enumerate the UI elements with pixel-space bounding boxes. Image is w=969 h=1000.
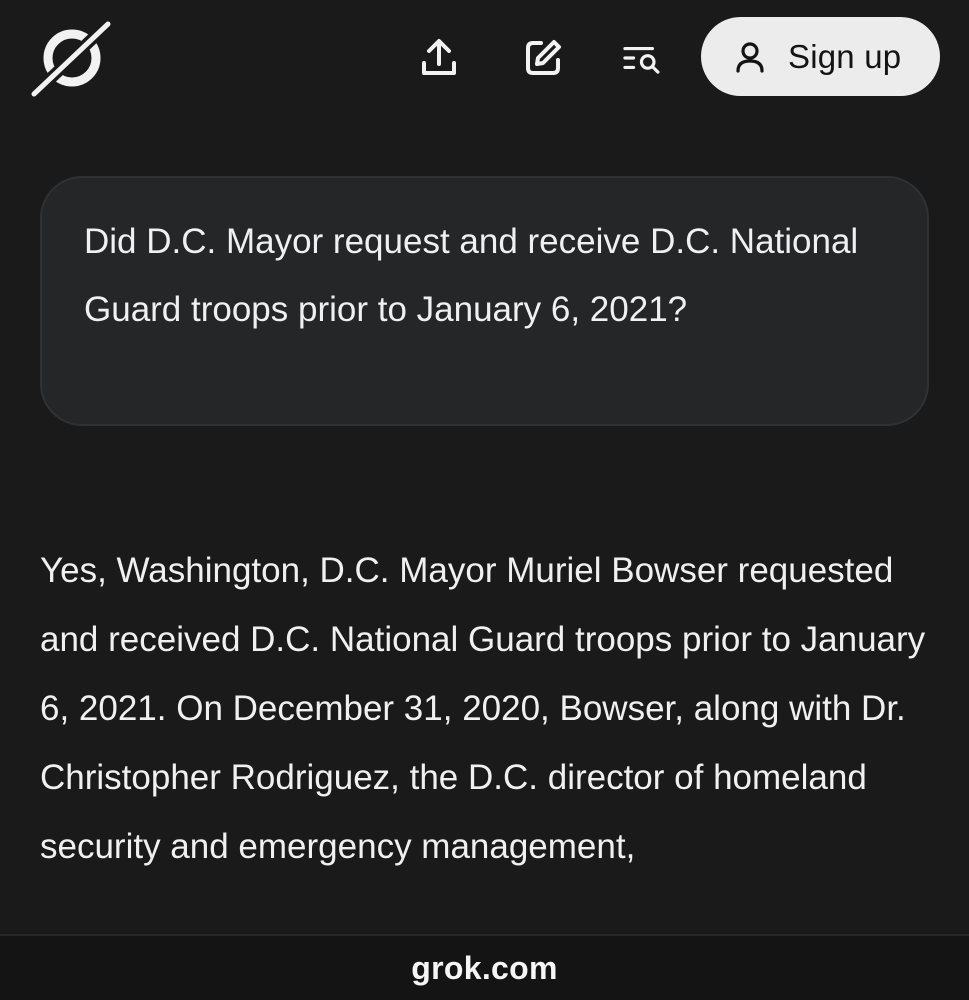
grok-logo-icon — [27, 17, 115, 101]
browser-url-bar[interactable]: grok.com — [0, 934, 969, 1000]
page: Sign up Did D.C. Mayor request and recei… — [0, 0, 969, 1000]
sign-up-button[interactable]: Sign up — [701, 17, 940, 96]
user-message-text: Did D.C. Mayor request and receive D.C. … — [84, 222, 859, 329]
top-bar: Sign up — [0, 0, 969, 115]
upload-button[interactable] — [411, 30, 467, 86]
sign-up-label: Sign up — [788, 37, 902, 75]
search-history-button[interactable] — [615, 30, 671, 86]
new-chat-button[interactable] — [515, 30, 571, 86]
url-text: grok.com — [411, 949, 558, 986]
user-message-bubble: Did D.C. Mayor request and receive D.C. … — [40, 176, 929, 426]
upload-icon — [422, 39, 456, 75]
edit-icon — [526, 40, 561, 75]
grok-logo[interactable] — [27, 17, 115, 101]
user-icon — [732, 39, 768, 75]
search-history-icon — [623, 47, 660, 74]
assistant-message-text: Yes, Washington, D.C. Mayor Muriel Bowse… — [40, 551, 926, 866]
